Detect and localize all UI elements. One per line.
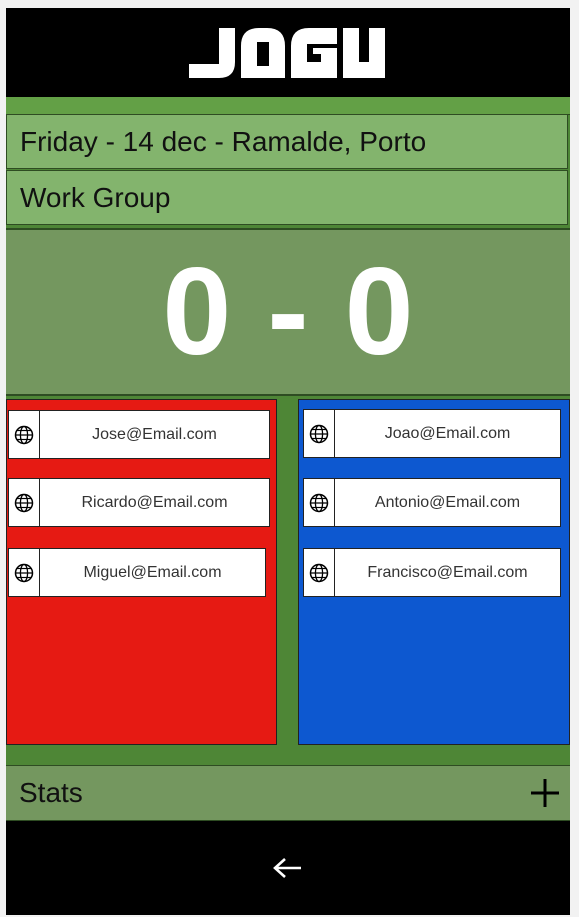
globe-icon [9,411,40,458]
away-score: 0 [344,243,414,381]
globe-icon [304,410,335,457]
player-card[interactable]: Ricardo@Email.com [8,478,270,527]
stats-label: Stats [19,777,83,808]
player-email: Jose@Email.com [92,425,217,443]
logo-wordmark [189,27,385,78]
player-email: Antonio@Email.com [374,493,521,511]
scoreboard: 0 - 0 [6,228,570,396]
player-email: Joao@Email.com [384,424,511,442]
player-email: Miguel@Email.com [83,563,222,581]
globe-icon [9,479,40,526]
player-card[interactable]: Miguel@Email.com [8,548,266,597]
player-email: Ricardo@Email.com [81,493,228,511]
player-card[interactable]: Jose@Email.com [8,410,270,459]
app-logo [189,27,387,78]
match-group: Work Group [6,170,568,225]
back-arrow-icon[interactable] [273,857,303,879]
player-card[interactable]: Francisco@Email.com [303,548,561,597]
player-card[interactable]: Joao@Email.com [303,409,561,458]
bottom-nav [6,821,570,915]
app-header [6,8,570,97]
score-separator: - [267,243,309,381]
player-card[interactable]: Antonio@Email.com [303,478,561,527]
plus-icon[interactable] [530,778,560,808]
team-red-panel: Jose@Email.com Ricardo@Email.com Miguel@… [6,399,277,745]
globe-icon [304,549,335,596]
group-name-text: Work Group [20,181,171,213]
stats-row[interactable]: Stats [6,765,570,821]
player-email: Francisco@Email.com [367,563,528,581]
globe-icon [304,479,335,526]
team-blue-panel: Joao@Email.com Antonio@Email.com Francis… [298,399,570,745]
date-location-text: Friday - 14 dec - Ramalde, Porto [20,125,427,157]
phone-screen: Friday - 14 dec - Ramalde, Porto Work Gr… [6,8,570,915]
globe-icon [9,549,40,596]
match-date-location: Friday - 14 dec - Ramalde, Porto [6,114,568,169]
home-score: 0 [162,243,232,381]
header-divider [6,97,570,115]
